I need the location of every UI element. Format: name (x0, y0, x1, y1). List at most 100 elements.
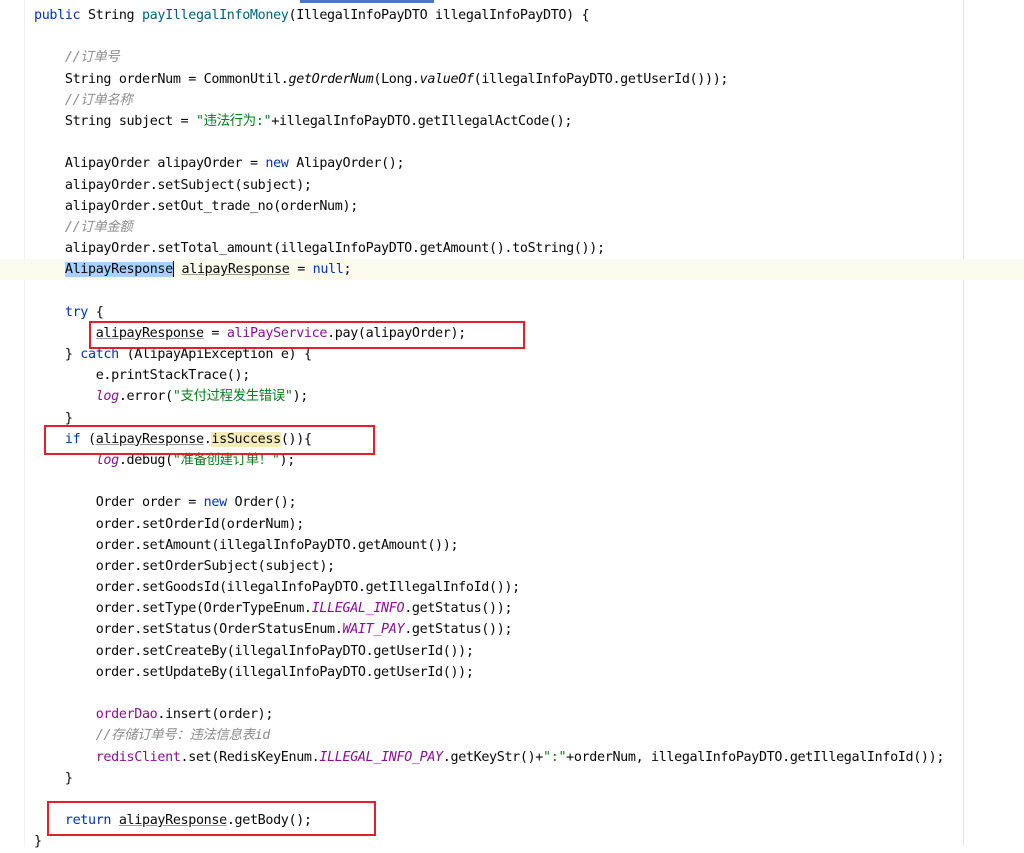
code-token: try (64, 304, 96, 320)
code-token: .getStatus()); (404, 601, 513, 617)
code-token: { (95, 304, 104, 320)
editor-gutter (0, 0, 25, 846)
code-line[interactable]: public String payIllegalInfoMoney(Illega… (34, 5, 1024, 26)
code-token: AlipayResponse (64, 262, 173, 278)
code-token: redisClient (95, 749, 181, 765)
code-line[interactable]: log.error("支付过程发生错误"); (34, 386, 1024, 407)
code-token: order.setOrderSubject(subject); (95, 558, 335, 574)
code-token: order.setOrderId(orderNum); (95, 516, 305, 532)
code-token: String (87, 8, 142, 23)
code-line[interactable] (34, 26, 1024, 47)
code-token: .getStatus()); (404, 622, 513, 638)
code-token: e.printStackTrace(); (95, 368, 251, 384)
code-token: String subject = (64, 113, 196, 129)
code-line[interactable]: Order order = new Order(); (34, 492, 1024, 513)
code-line[interactable]: orderDao.insert(order); (34, 704, 1024, 725)
code-line[interactable]: alipayOrder.setTotal_amount(illegalInfoP… (34, 238, 1024, 259)
code-token: AlipayOrder alipayOrder = (64, 156, 266, 172)
annotation-box-if-success (44, 425, 375, 455)
code-token: "违法行为:" (195, 113, 272, 129)
code-token: order.setCreateBy(illegalInfoPayDTO.getU… (95, 643, 474, 659)
annotation-box-pay-call (89, 321, 525, 349)
code-token: (IllegalInfoPayDTO illegalInfoPayDTO) { (288, 8, 590, 23)
code-token: public (34, 8, 88, 23)
code-token: //订单号 (64, 50, 120, 66)
code-token: AlipayOrder(); (296, 156, 405, 172)
code-token: catch (80, 347, 127, 362)
code-line[interactable]: order.setCreateBy(illegalInfoPayDTO.getU… (34, 641, 1024, 662)
code-token: getOrderNum (288, 71, 374, 87)
code-token: order.setStatus(OrderStatusEnum. (95, 622, 343, 638)
code-token: new (203, 495, 235, 511)
code-line[interactable]: //订单金额 (34, 217, 1024, 238)
code-line[interactable]: order.setType(OrderTypeEnum.ILLEGAL_INFO… (34, 598, 1024, 619)
code-line[interactable]: AlipayResponse alipayResponse = null; (0, 259, 1024, 281)
code-line[interactable] (34, 471, 1024, 492)
code-line[interactable]: //订单号 (34, 47, 1024, 68)
code-line[interactable]: order.setOrderSubject(subject); (34, 556, 1024, 577)
code-token: Order(); (234, 495, 297, 511)
code-token: +illegalInfoPayDTO.getIllegalActCode(); (271, 113, 573, 129)
code-line[interactable]: //存储订单号：违法信息表id (34, 725, 1024, 746)
code-token: //订单名称 (64, 92, 133, 108)
code-token: order.setAmount(illegalInfoPayDTO.getAmo… (95, 537, 459, 553)
code-line[interactable]: alipayOrder.setOut_trade_no(orderNum); (34, 196, 1024, 217)
code-token: .error( (118, 389, 173, 405)
code-token: alipayResponse (181, 262, 290, 278)
code-token: .debug( (118, 452, 173, 468)
annotation-box-return (47, 801, 376, 836)
code-line[interactable]: order.setUpdateBy(illegalInfoPayDTO.getU… (34, 662, 1024, 683)
code-token: ILLEGAL_INFO (311, 601, 405, 617)
code-line[interactable]: order.setStatus(OrderStatusEnum.WAIT_PAY… (34, 619, 1024, 640)
code-line[interactable]: order.setGoodsId(illegalInfoPayDTO.getIl… (34, 577, 1024, 598)
code-line[interactable]: e.printStackTrace(); (34, 365, 1024, 386)
code-token: } (64, 347, 81, 362)
code-line[interactable]: order.setAmount(illegalInfoPayDTO.getAmo… (34, 535, 1024, 556)
code-token: ":" (543, 749, 567, 765)
code-line[interactable]: try { (34, 302, 1024, 323)
code-token: ); (292, 389, 309, 405)
code-token: .set(RedisKeyEnum. (180, 749, 320, 765)
code-line[interactable] (34, 683, 1024, 704)
code-token: .insert(order); (157, 707, 274, 723)
code-line[interactable]: //订单名称 (34, 90, 1024, 111)
code-token: alipayOrder.setOut_trade_no(orderNum); (64, 198, 358, 214)
code-token: //存储订单号：违法信息表id (95, 728, 271, 744)
code-token: "准备创建订单！" (172, 452, 280, 468)
code-line[interactable]: alipayOrder.setSubject(subject); (34, 175, 1024, 196)
code-token: null (312, 262, 344, 278)
code-token: } (64, 770, 73, 786)
code-token: WAIT_PAY (342, 622, 405, 638)
code-line[interactable]: order.setOrderId(orderNum); (34, 514, 1024, 535)
code-line[interactable]: AlipayOrder alipayOrder = new AlipayOrde… (34, 153, 1024, 174)
code-token: //订单金额 (64, 219, 133, 235)
code-token: ); (279, 452, 296, 468)
code-token: .getKeyStr()+ (442, 749, 544, 765)
code-token: } (34, 834, 42, 850)
code-line[interactable] (34, 132, 1024, 153)
code-token: log (95, 452, 119, 468)
code-token: payIllegalInfoMoney (141, 8, 289, 23)
code-token: log (95, 389, 119, 405)
code-line[interactable] (34, 280, 1024, 301)
code-token: order.setGoodsId(illegalInfoPayDTO.getIl… (95, 580, 521, 596)
code-line[interactable]: String subject = "违法行为:"+illegalInfoPayD… (34, 111, 1024, 132)
code-token: (Long. (373, 71, 420, 87)
code-token: } (64, 410, 73, 426)
code-token: (illegalInfoPayDTO.getUserId())); (473, 71, 729, 87)
tab-indicator (300, 0, 434, 3)
code-token: +orderNum, illegalInfoPayDTO.getIllegalI… (566, 749, 945, 765)
code-line[interactable]: redisClient.set(RedisKeyEnum.ILLEGAL_INF… (34, 747, 1024, 768)
code-token: (AlipayApiException e) { (126, 347, 312, 362)
code-token: "支付过程发生错误" (172, 389, 293, 405)
code-token: Order order = (95, 495, 204, 511)
code-token: orderDao (95, 707, 158, 723)
code-line[interactable]: String orderNum = CommonUtil.getOrderNum… (34, 69, 1024, 90)
code-token: = (289, 262, 313, 278)
code-line[interactable]: } (34, 768, 1024, 789)
code-token: ILLEGAL_INFO_PAY (319, 749, 443, 765)
code-token: valueOf (419, 71, 474, 87)
code-token: alipayOrder.setTotal_amount(illegalInfoP… (64, 241, 605, 257)
code-token: order.setType(OrderTypeEnum. (95, 601, 312, 617)
